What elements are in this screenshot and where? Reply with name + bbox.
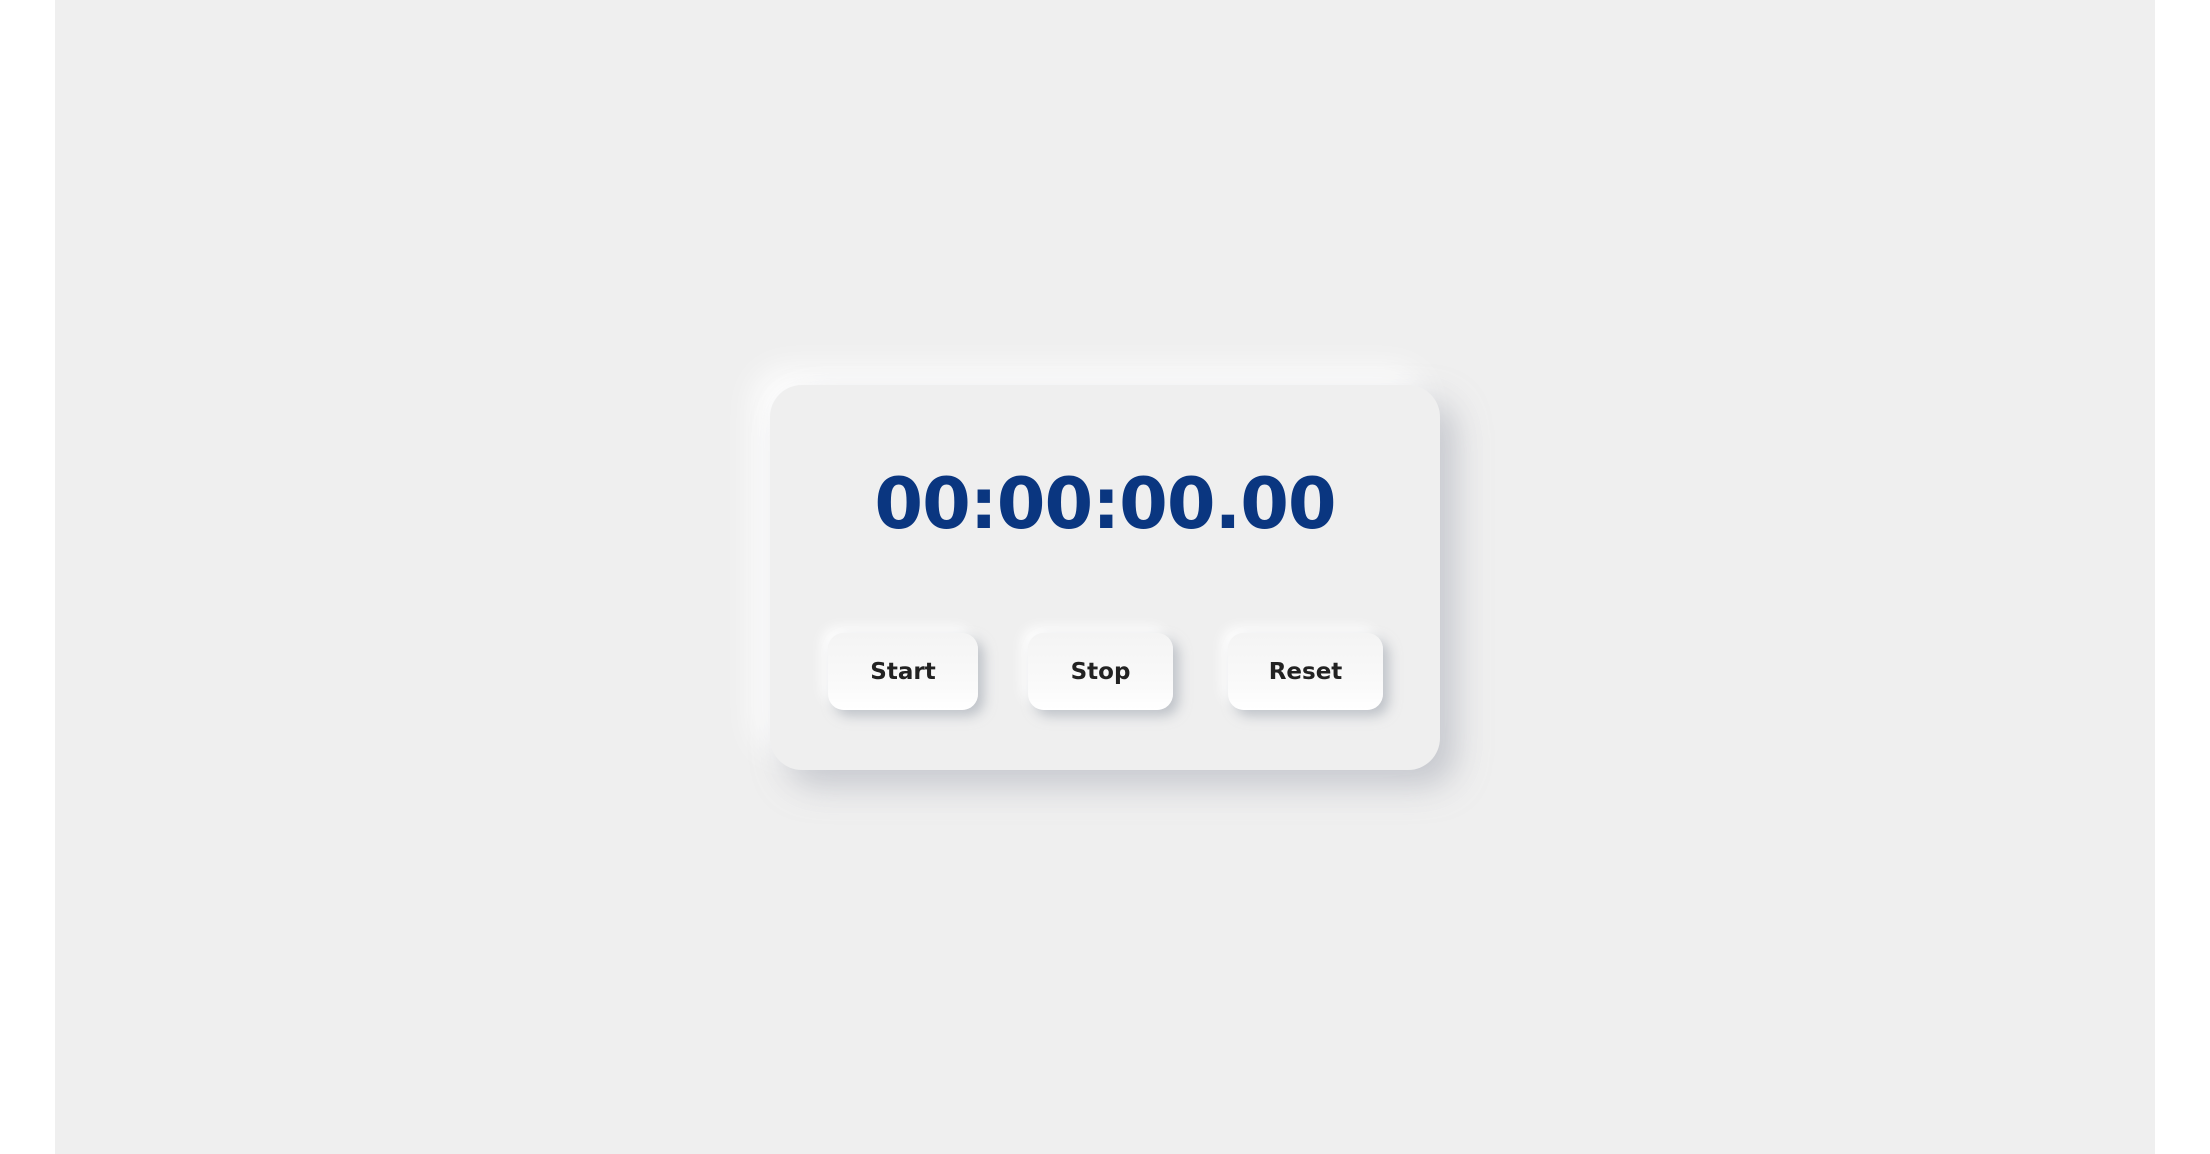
time-display: 00:00:00.00: [874, 463, 1336, 545]
start-button[interactable]: Start: [828, 633, 978, 710]
reset-button[interactable]: Reset: [1228, 633, 1383, 710]
page-background: 00:00:00.00 Start Stop Reset: [55, 0, 2155, 1154]
stop-button[interactable]: Stop: [1028, 633, 1173, 710]
stopwatch-card: 00:00:00.00 Start Stop Reset: [770, 385, 1440, 770]
